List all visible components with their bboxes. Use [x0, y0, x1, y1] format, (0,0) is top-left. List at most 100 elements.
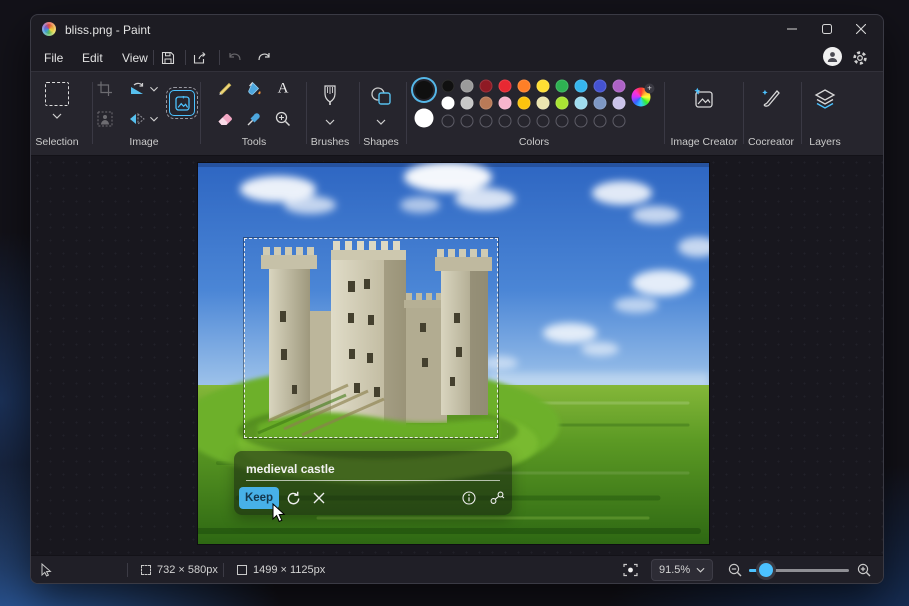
zoom-in-button[interactable]	[857, 556, 871, 584]
zoom-slider-thumb[interactable]	[759, 563, 773, 577]
layers-icon	[813, 87, 837, 111]
redo-button[interactable]	[253, 48, 275, 68]
palette-swatch[interactable]	[537, 80, 550, 93]
layers-button[interactable]	[813, 87, 837, 111]
palette-swatch[interactable]	[461, 97, 474, 110]
palette-swatch[interactable]	[518, 97, 531, 110]
palette-swatch[interactable]	[575, 97, 588, 110]
color-picker-tool-button[interactable]	[246, 111, 262, 127]
palette-swatch[interactable]	[556, 80, 569, 93]
palette-swatch[interactable]	[537, 97, 550, 110]
magnifier-tool-button[interactable]	[275, 111, 291, 127]
menu-file[interactable]: File	[35, 48, 72, 68]
palette-swatch[interactable]	[461, 80, 474, 93]
palette-swatch[interactable]	[499, 80, 512, 93]
zoom-out-button[interactable]	[728, 556, 742, 584]
palette-empty-slot[interactable]	[556, 115, 569, 128]
palette-swatch[interactable]	[480, 80, 493, 93]
fill-bucket-icon	[246, 81, 263, 97]
feedback-thumbs-icon	[489, 491, 505, 505]
palette-empty-slot[interactable]	[461, 115, 474, 128]
shapes-dropdown[interactable]	[376, 119, 386, 125]
settings-button[interactable]	[849, 48, 871, 68]
zoom-slider[interactable]	[749, 569, 849, 572]
image-creator-button[interactable]	[692, 87, 716, 111]
pencil-tool-button[interactable]	[217, 81, 233, 97]
rotate-button[interactable]	[129, 82, 145, 96]
crop-button[interactable]	[98, 82, 113, 97]
palette-empty-slot[interactable]	[594, 115, 607, 128]
brushes-button[interactable]	[323, 85, 337, 107]
flip-button[interactable]	[129, 112, 145, 126]
palette-swatch[interactable]	[575, 80, 588, 93]
palette-empty-slot[interactable]	[518, 115, 531, 128]
fill-tool-button[interactable]	[246, 81, 263, 97]
rotate-dropdown[interactable]	[150, 86, 159, 92]
palette-empty-slot[interactable]	[613, 115, 626, 128]
palette-swatch[interactable]	[480, 97, 493, 110]
canvas[interactable]: Keep	[198, 163, 709, 544]
generative-fill-icon	[169, 90, 195, 116]
menubar: File Edit View	[31, 43, 883, 71]
discard-button[interactable]	[308, 487, 330, 509]
eyedropper-icon	[246, 111, 262, 127]
remove-background-button[interactable]	[98, 112, 113, 127]
prompt-input[interactable]	[246, 457, 500, 481]
palette-swatch[interactable]	[442, 80, 455, 93]
palette-swatch[interactable]	[594, 80, 607, 93]
palette-swatch[interactable]	[556, 97, 569, 110]
menu-view[interactable]: View	[113, 48, 157, 68]
palette-empty-slot[interactable]	[480, 115, 493, 128]
crop-icon	[98, 82, 113, 97]
color2-swatch[interactable]	[415, 109, 434, 128]
keep-button[interactable]: Keep	[239, 487, 279, 509]
minimize-button[interactable]	[777, 15, 807, 43]
feedback-button[interactable]	[486, 487, 508, 509]
edit-colors-button[interactable]: +	[632, 88, 651, 107]
shapes-button[interactable]	[370, 86, 392, 106]
desktop: { "app": { "title": "bliss.png - Paint" …	[0, 0, 909, 606]
cocreator-button[interactable]	[759, 87, 783, 111]
undo-button[interactable]	[223, 48, 245, 68]
selection-marquee[interactable]	[244, 238, 498, 438]
palette-swatch[interactable]	[613, 80, 626, 93]
palette-empty-slot[interactable]	[442, 115, 455, 128]
group-label-selection: Selection	[35, 136, 78, 148]
palette-swatch[interactable]	[594, 97, 607, 110]
close-button[interactable]	[846, 15, 876, 43]
color1-swatch[interactable]	[413, 79, 435, 101]
zoom-out-icon	[728, 563, 742, 577]
regenerate-button[interactable]	[282, 487, 304, 509]
generative-fill-button[interactable]	[169, 90, 195, 116]
chevron-down-icon	[150, 86, 159, 92]
info-button[interactable]	[458, 487, 480, 509]
palette-swatch[interactable]	[442, 97, 455, 110]
account-button[interactable]	[823, 47, 842, 66]
group-label-colors: Colors	[519, 136, 549, 148]
text-tool-button[interactable]: A	[278, 81, 289, 98]
maximize-button[interactable]	[812, 15, 842, 43]
zoom-level-dropdown[interactable]: 91.5%	[651, 559, 713, 581]
selection-dropdown[interactable]	[52, 113, 62, 119]
selection-tool-button[interactable]	[45, 82, 69, 106]
palette-swatch[interactable]	[613, 97, 626, 110]
save-button[interactable]	[157, 48, 179, 68]
flip-dropdown[interactable]	[150, 116, 159, 122]
palette-empty-slot[interactable]	[537, 115, 550, 128]
toolbar-divider	[743, 82, 744, 144]
menu-edit[interactable]: Edit	[73, 48, 112, 68]
menubar-divider	[153, 50, 154, 65]
eraser-tool-button[interactable]	[217, 112, 234, 127]
brushes-dropdown[interactable]	[325, 119, 335, 125]
palette-empty-slot[interactable]	[575, 115, 588, 128]
toolbar-divider	[92, 82, 93, 144]
palette-swatch[interactable]	[518, 80, 531, 93]
selection-size-value: 732 × 580px	[157, 564, 218, 576]
palette-swatch[interactable]	[499, 97, 512, 110]
fit-to-screen-button[interactable]	[623, 556, 638, 584]
paint-app-icon	[42, 22, 56, 36]
palette-empty-slot[interactable]	[499, 115, 512, 128]
share-button[interactable]	[189, 48, 211, 68]
group-label-tools: Tools	[242, 136, 267, 148]
toolbar-divider	[801, 82, 802, 144]
